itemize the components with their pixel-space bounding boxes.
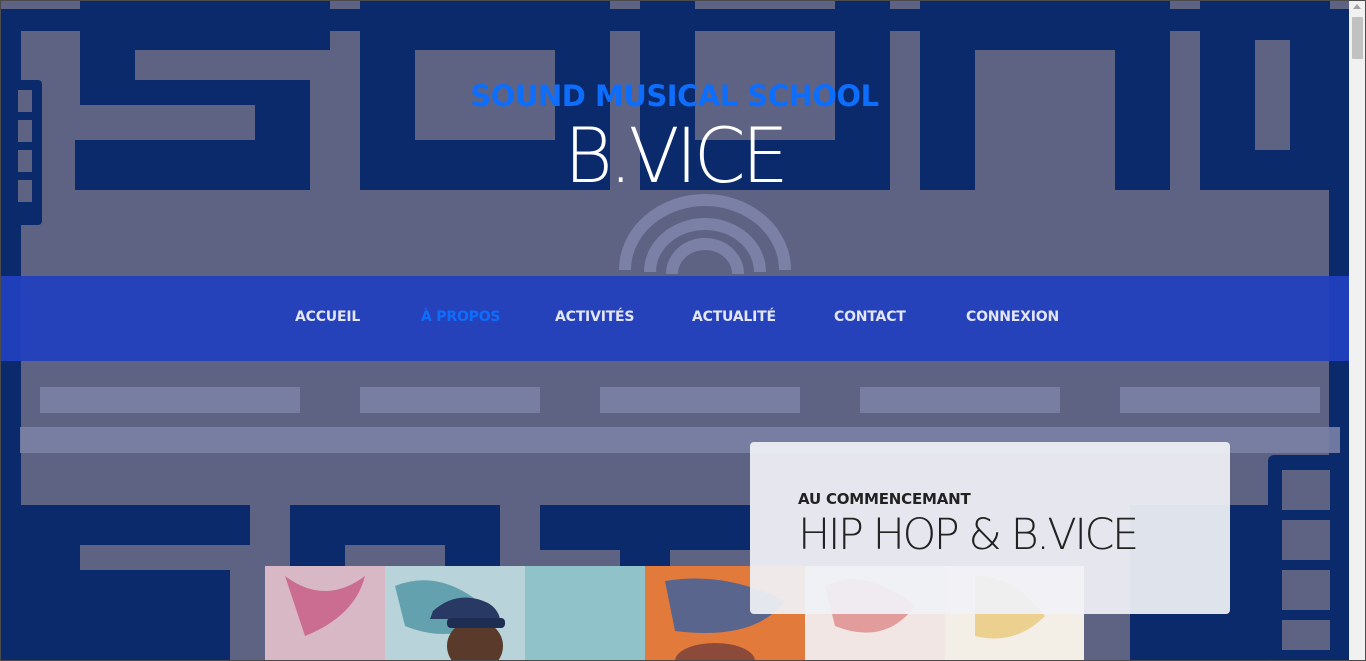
site-title: SOUND MUSICAL SCHOOL <box>470 79 879 113</box>
nav-item-accueil[interactable]: ACCUEIL <box>295 309 360 325</box>
main-navigation: ACCUEIL À PROPOS ACTIVITÉS ACTUALITÉ CON… <box>0 276 1349 361</box>
nav-item-a-propos[interactable]: À PROPOS <box>421 309 500 325</box>
nav-item-actualite[interactable]: ACTUALITÉ <box>692 309 776 325</box>
nav-item-activites[interactable]: ACTIVITÉS <box>555 309 635 325</box>
nav-item-contact[interactable]: CONTACT <box>834 309 906 325</box>
card-title: HIP HOP & B.VICE <box>798 510 1139 560</box>
scroll-thumb[interactable] <box>1352 17 1363 59</box>
page-scrollbar[interactable] <box>1349 0 1366 661</box>
brand-logo-text: B.VICE <box>564 111 789 200</box>
scroll-up-arrow-icon[interactable] <box>1353 4 1361 9</box>
nav-item-connexion[interactable]: CONNEXION <box>966 309 1059 325</box>
card-kicker: AU COMMENCEMANT <box>798 490 971 508</box>
intro-card: AU COMMENCEMANT HIP HOP & B.VICE <box>750 442 1230 614</box>
